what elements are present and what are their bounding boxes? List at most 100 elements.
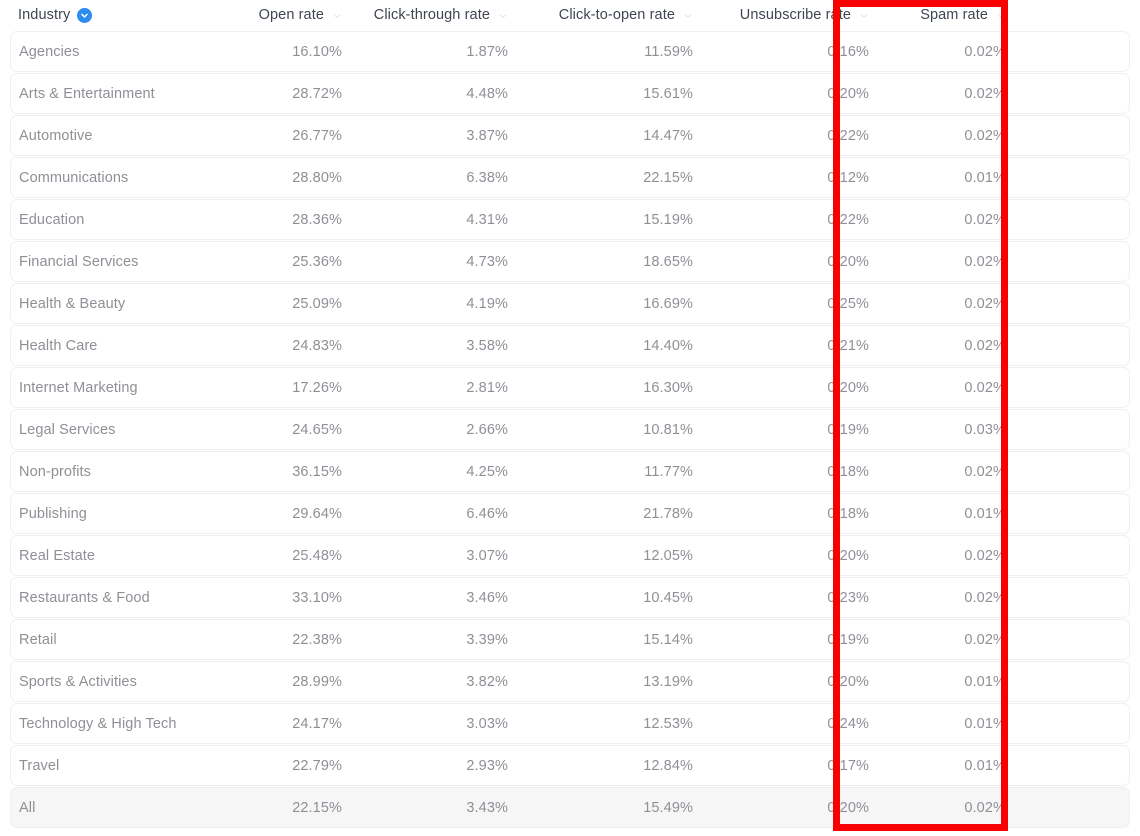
table-row[interactable]: Automotive 26.77% 3.87% 14.47% 0.22% 0.02% bbox=[10, 115, 1130, 156]
open-rate-value: 16.10% bbox=[292, 43, 342, 60]
column-header-unsubscribe-rate[interactable]: Unsubscribe rate bbox=[719, 8, 895, 23]
spam-rate-value: 0.02% bbox=[964, 799, 1006, 816]
open-rate-value: 28.80% bbox=[292, 169, 342, 186]
chevron-down-icon[interactable] bbox=[997, 12, 1005, 20]
click-to-open-rate-value: 13.19% bbox=[643, 673, 693, 690]
spam-rate-value: 0.02% bbox=[964, 295, 1006, 312]
unsubscribe-rate-value: 0.12% bbox=[827, 169, 869, 186]
click-to-open-rate-value: 14.40% bbox=[643, 337, 693, 354]
industry-name: Communications bbox=[19, 169, 129, 186]
click-to-open-rate-value: 10.81% bbox=[643, 421, 693, 438]
click-to-open-rate-value: 21.78% bbox=[643, 505, 693, 522]
chevron-down-icon[interactable] bbox=[333, 12, 341, 20]
spam-rate-value: 0.01% bbox=[964, 715, 1006, 732]
open-rate-value: 22.79% bbox=[292, 757, 342, 774]
click-to-open-rate-value: 15.49% bbox=[643, 799, 693, 816]
column-header-click-through-rate-label: Click-through rate bbox=[373, 7, 490, 24]
table-row[interactable]: Education 28.36% 4.31% 15.19% 0.22% 0.02% bbox=[10, 199, 1130, 240]
column-header-click-to-open-rate-label: Click-to-open rate bbox=[558, 7, 675, 24]
click-through-rate-value: 6.46% bbox=[466, 505, 508, 522]
spam-rate-value: 0.02% bbox=[964, 547, 1006, 564]
table-row-total[interactable]: All 22.15% 3.43% 15.49% 0.20% 0.02% bbox=[10, 787, 1130, 828]
column-header-open-rate-label: Open rate bbox=[258, 7, 324, 24]
table-row[interactable]: Agencies 16.10% 1.87% 11.59% 0.16% 0.02% bbox=[10, 31, 1130, 72]
table-row[interactable]: Internet Marketing 17.26% 2.81% 16.30% 0.20%… bbox=[10, 367, 1130, 408]
click-through-rate-value: 4.19% bbox=[466, 295, 508, 312]
unsubscribe-rate-value: 0.21% bbox=[827, 337, 869, 354]
spam-rate-value: 0.03% bbox=[964, 421, 1006, 438]
click-to-open-rate-value: 12.05% bbox=[643, 547, 693, 564]
open-rate-value: 25.36% bbox=[292, 253, 342, 270]
table-row[interactable]: Retail 22.38% 3.39% 15.14% 0.19% 0.02% bbox=[10, 619, 1130, 660]
table-row[interactable]: Health & Beauty 25.09% 4.19% 16.69% 0.25% 0.0… bbox=[10, 283, 1130, 324]
industry-name: Health Care bbox=[19, 337, 98, 354]
click-to-open-rate-value: 15.19% bbox=[643, 211, 693, 228]
table-row[interactable]: Technology & High Tech 24.17% 3.03% 12.53% 0… bbox=[10, 703, 1130, 744]
click-to-open-rate-value: 11.77% bbox=[644, 463, 693, 480]
click-through-rate-value: 4.73% bbox=[466, 253, 508, 270]
unsubscribe-rate-value: 0.17% bbox=[827, 757, 869, 774]
unsubscribe-rate-value: 0.22% bbox=[827, 211, 869, 228]
industry-name: Travel bbox=[19, 757, 60, 774]
unsubscribe-rate-value: 0.20% bbox=[827, 799, 869, 816]
unsubscribe-rate-value: 0.19% bbox=[827, 421, 869, 438]
click-to-open-rate-value: 16.69% bbox=[643, 295, 693, 312]
spam-rate-value: 0.01% bbox=[964, 673, 1006, 690]
open-rate-value: 22.15% bbox=[292, 799, 342, 816]
column-header-unsubscribe-rate-label: Unsubscribe rate bbox=[739, 7, 851, 24]
industry-name: Health & Beauty bbox=[19, 295, 126, 312]
unsubscribe-rate-value: 0.20% bbox=[827, 547, 869, 564]
table-header-row: Industry Open rate Click-through rate Cl… bbox=[0, 0, 1140, 31]
open-rate-value: 25.48% bbox=[292, 547, 342, 564]
click-through-rate-value: 4.25% bbox=[466, 463, 508, 480]
table-row[interactable]: Sports & Activities 28.99% 3.82% 13.19% 0.20… bbox=[10, 661, 1130, 702]
chevron-down-icon[interactable] bbox=[77, 8, 93, 23]
table-row[interactable]: Arts & Entertainment 28.72% 4.48% 15.61% 0.2… bbox=[10, 73, 1130, 114]
open-rate-value: 28.99% bbox=[292, 673, 342, 690]
click-through-rate-value: 2.66% bbox=[466, 421, 508, 438]
spam-rate-value: 0.02% bbox=[964, 127, 1006, 144]
spam-rate-value: 0.01% bbox=[964, 169, 1006, 186]
chevron-down-icon[interactable] bbox=[684, 12, 692, 20]
spam-rate-value: 0.01% bbox=[964, 505, 1006, 522]
unsubscribe-rate-value: 0.18% bbox=[827, 463, 869, 480]
industry-name: All bbox=[19, 799, 36, 816]
industry-name: Publishing bbox=[19, 505, 87, 522]
table-row[interactable]: Publishing 29.64% 6.46% 21.78% 0.18% 0.01% bbox=[10, 493, 1130, 534]
unsubscribe-rate-value: 0.24% bbox=[827, 715, 869, 732]
click-to-open-rate-value: 10.45% bbox=[643, 589, 693, 606]
column-header-click-to-open-rate[interactable]: Click-to-open rate bbox=[534, 8, 719, 23]
click-through-rate-value: 3.46% bbox=[466, 589, 508, 606]
click-through-rate-value: 3.03% bbox=[466, 715, 508, 732]
column-header-open-rate[interactable]: Open rate bbox=[218, 8, 368, 23]
table-row[interactable]: Non-profits 36.15% 4.25% 11.77% 0.18% 0.02% bbox=[10, 451, 1130, 492]
chevron-down-icon[interactable] bbox=[499, 12, 507, 20]
column-header-click-through-rate[interactable]: Click-through rate bbox=[368, 8, 534, 23]
table-row[interactable]: Health Care 24.83% 3.58% 14.40% 0.21% 0.02% bbox=[10, 325, 1130, 366]
table-row[interactable]: Travel 22.79% 2.93% 12.84% 0.17% 0.01% bbox=[10, 745, 1130, 786]
chevron-down-icon[interactable] bbox=[860, 12, 868, 20]
open-rate-value: 24.65% bbox=[292, 421, 342, 438]
spam-rate-value: 0.02% bbox=[964, 379, 1006, 396]
table-row[interactable]: Real Estate 25.48% 3.07% 12.05% 0.20% 0.02% bbox=[10, 535, 1130, 576]
industry-name: Financial Services bbox=[19, 253, 139, 270]
open-rate-value: 24.17% bbox=[292, 715, 342, 732]
table-row[interactable]: Legal Services 24.65% 2.66% 10.81% 0.19% 0.03… bbox=[10, 409, 1130, 450]
unsubscribe-rate-value: 0.20% bbox=[827, 379, 869, 396]
spam-rate-value: 0.02% bbox=[964, 253, 1006, 270]
open-rate-value: 28.36% bbox=[292, 211, 342, 228]
table-row[interactable]: Financial Services 25.36% 4.73% 18.65% 0.20%… bbox=[10, 241, 1130, 282]
table-row[interactable]: Communications 28.80% 6.38% 22.15% 0.12% 0.01… bbox=[10, 157, 1130, 198]
industry-name: Real Estate bbox=[19, 547, 96, 564]
unsubscribe-rate-value: 0.16% bbox=[827, 43, 869, 60]
column-header-industry[interactable]: Industry bbox=[10, 8, 218, 23]
click-through-rate-value: 3.58% bbox=[466, 337, 508, 354]
spam-rate-value: 0.02% bbox=[964, 589, 1006, 606]
industry-name: Internet Marketing bbox=[19, 379, 138, 396]
table-row[interactable]: Restaurants & Food 33.10% 3.46% 10.45% 0.23%… bbox=[10, 577, 1130, 618]
column-header-spam-rate[interactable]: Spam rate bbox=[895, 8, 1030, 23]
unsubscribe-rate-value: 0.22% bbox=[827, 127, 869, 144]
click-to-open-rate-value: 15.61% bbox=[643, 85, 693, 102]
column-header-spam-rate-label: Spam rate bbox=[920, 7, 988, 24]
open-rate-value: 36.15% bbox=[292, 463, 342, 480]
